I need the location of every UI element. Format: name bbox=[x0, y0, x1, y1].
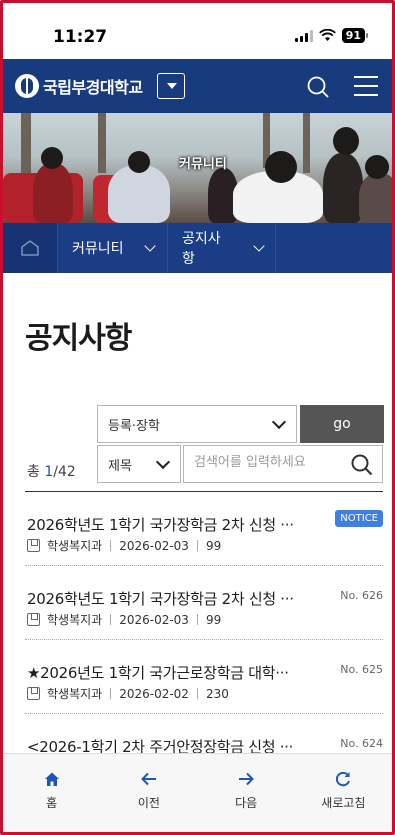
count-current-page: 1 bbox=[44, 464, 54, 480]
breadcrumb-notice[interactable]: 공지사항 bbox=[168, 223, 276, 273]
toolbar-back-button[interactable]: 이전 bbox=[100, 754, 197, 832]
post-number: No. 625 bbox=[340, 663, 383, 676]
toolbar-label: 홈 bbox=[46, 796, 58, 810]
logo-icon bbox=[15, 74, 39, 98]
search-box bbox=[183, 445, 383, 483]
post-count: 총 1/42 bbox=[27, 461, 76, 481]
refresh-icon bbox=[336, 771, 351, 787]
home-outline-icon bbox=[21, 240, 39, 256]
arrow-right-icon bbox=[239, 772, 255, 786]
site-header: 국립부경대학교 bbox=[3, 59, 392, 113]
post-title[interactable]: 2026학년도 1학기 국가장학금 2차 신청 ··· bbox=[27, 588, 327, 609]
post-title[interactable]: ★2026년도 1학기 국가근로장학금 대학··· bbox=[27, 662, 327, 683]
search-icon[interactable] bbox=[306, 75, 330, 99]
post-date: 2026-02-03 bbox=[119, 538, 189, 553]
status-icons: 91 bbox=[294, 28, 368, 43]
battery-icon: 91 bbox=[341, 28, 368, 43]
breadcrumb-community[interactable]: 커뮤니티 bbox=[58, 223, 168, 273]
toolbar-home-button[interactable]: 홈 bbox=[3, 754, 100, 832]
list-item[interactable]: ★2026년도 1학기 국가근로장학금 대학··· 학생복지과 2026-02-… bbox=[25, 640, 383, 714]
toolbar-label: 새로고침 bbox=[321, 796, 366, 810]
search-icon[interactable] bbox=[350, 453, 374, 477]
community-banner: 커뮤니티 bbox=[3, 113, 392, 223]
chevron-down-icon bbox=[271, 414, 287, 430]
post-meta: 학생복지과 2026-02-03 99 bbox=[27, 537, 221, 554]
breadcrumb: 커뮤니티 공지사항 bbox=[3, 223, 392, 273]
notice-badge: NOTICE bbox=[335, 510, 383, 527]
post-dept: 학생복지과 bbox=[47, 687, 103, 701]
battery-level: 91 bbox=[341, 28, 365, 43]
go-button[interactable]: go bbox=[300, 405, 384, 443]
site-logo[interactable]: 국립부경대학교 bbox=[15, 74, 143, 98]
search-input[interactable] bbox=[194, 455, 344, 470]
post-title[interactable]: 2026학년도 1학기 국가장학금 2차 신청 ··· bbox=[27, 514, 327, 535]
arrow-left-icon bbox=[140, 772, 156, 786]
logo-text: 국립부경대학교 bbox=[43, 78, 143, 97]
category-select[interactable]: 등록·장학 bbox=[97, 405, 297, 443]
post-views: 99 bbox=[205, 612, 222, 627]
chevron-down-icon bbox=[253, 240, 265, 252]
breadcrumb-label: 커뮤니티 bbox=[72, 241, 124, 257]
post-meta: 학생복지과 2026-02-03 99 bbox=[27, 611, 221, 628]
bottom-toolbar: 홈 이전 다음 새로고침 bbox=[3, 753, 392, 832]
site-dropdown-button[interactable] bbox=[156, 73, 185, 99]
list-item[interactable]: 2026학년도 1학기 국가장학금 2차 신청 ··· 학생복지과 2026-0… bbox=[25, 492, 383, 566]
toolbar-refresh-button[interactable]: 새로고침 bbox=[295, 754, 392, 832]
post-date: 2026-02-03 bbox=[119, 612, 189, 627]
breadcrumb-home[interactable] bbox=[3, 223, 58, 273]
search-field-select[interactable]: 제목 bbox=[97, 445, 181, 483]
post-dept: 학생복지과 bbox=[47, 613, 103, 627]
phone-frame: 11:27 91 국립부경대학교 커뮤니티 커뮤니티 공지사항 공지사항 등록·… bbox=[0, 0, 395, 835]
category-select-value: 등록·장학 bbox=[108, 418, 160, 434]
post-number: No. 626 bbox=[340, 589, 383, 602]
wifi-icon bbox=[318, 29, 336, 41]
document-icon bbox=[27, 613, 40, 626]
banner-title: 커뮤니티 bbox=[179, 157, 227, 172]
document-icon bbox=[27, 539, 40, 552]
toolbar-label: 이전 bbox=[137, 796, 160, 810]
breadcrumb-label: 공지사항 bbox=[182, 231, 221, 267]
post-date: 2026-02-02 bbox=[119, 686, 189, 701]
count-prefix: 총 bbox=[27, 464, 45, 480]
signal-icon bbox=[294, 29, 313, 42]
post-meta: 학생복지과 2026-02-02 230 bbox=[27, 685, 229, 702]
post-views: 99 bbox=[205, 538, 222, 553]
status-time: 11:27 bbox=[53, 27, 108, 47]
document-icon bbox=[27, 687, 40, 700]
status-bar: 11:27 91 bbox=[3, 3, 392, 59]
chevron-down-icon bbox=[143, 240, 156, 252]
count-total: /42 bbox=[53, 464, 76, 480]
search-field-value: 제목 bbox=[108, 458, 132, 474]
post-dept: 학생복지과 bbox=[47, 539, 103, 553]
home-icon bbox=[44, 772, 59, 786]
hamburger-menu-icon[interactable] bbox=[354, 76, 378, 96]
toolbar-label: 다음 bbox=[235, 796, 258, 810]
toolbar-forward-button[interactable]: 다음 bbox=[198, 754, 295, 832]
list-item[interactable]: 2026학년도 1학기 국가장학금 2차 신청 ··· 학생복지과 2026-0… bbox=[25, 566, 383, 640]
chevron-down-icon bbox=[155, 454, 171, 470]
page-title: 공지사항 bbox=[25, 321, 132, 356]
post-views: 230 bbox=[205, 686, 229, 701]
post-number: No. 624 bbox=[340, 737, 383, 750]
